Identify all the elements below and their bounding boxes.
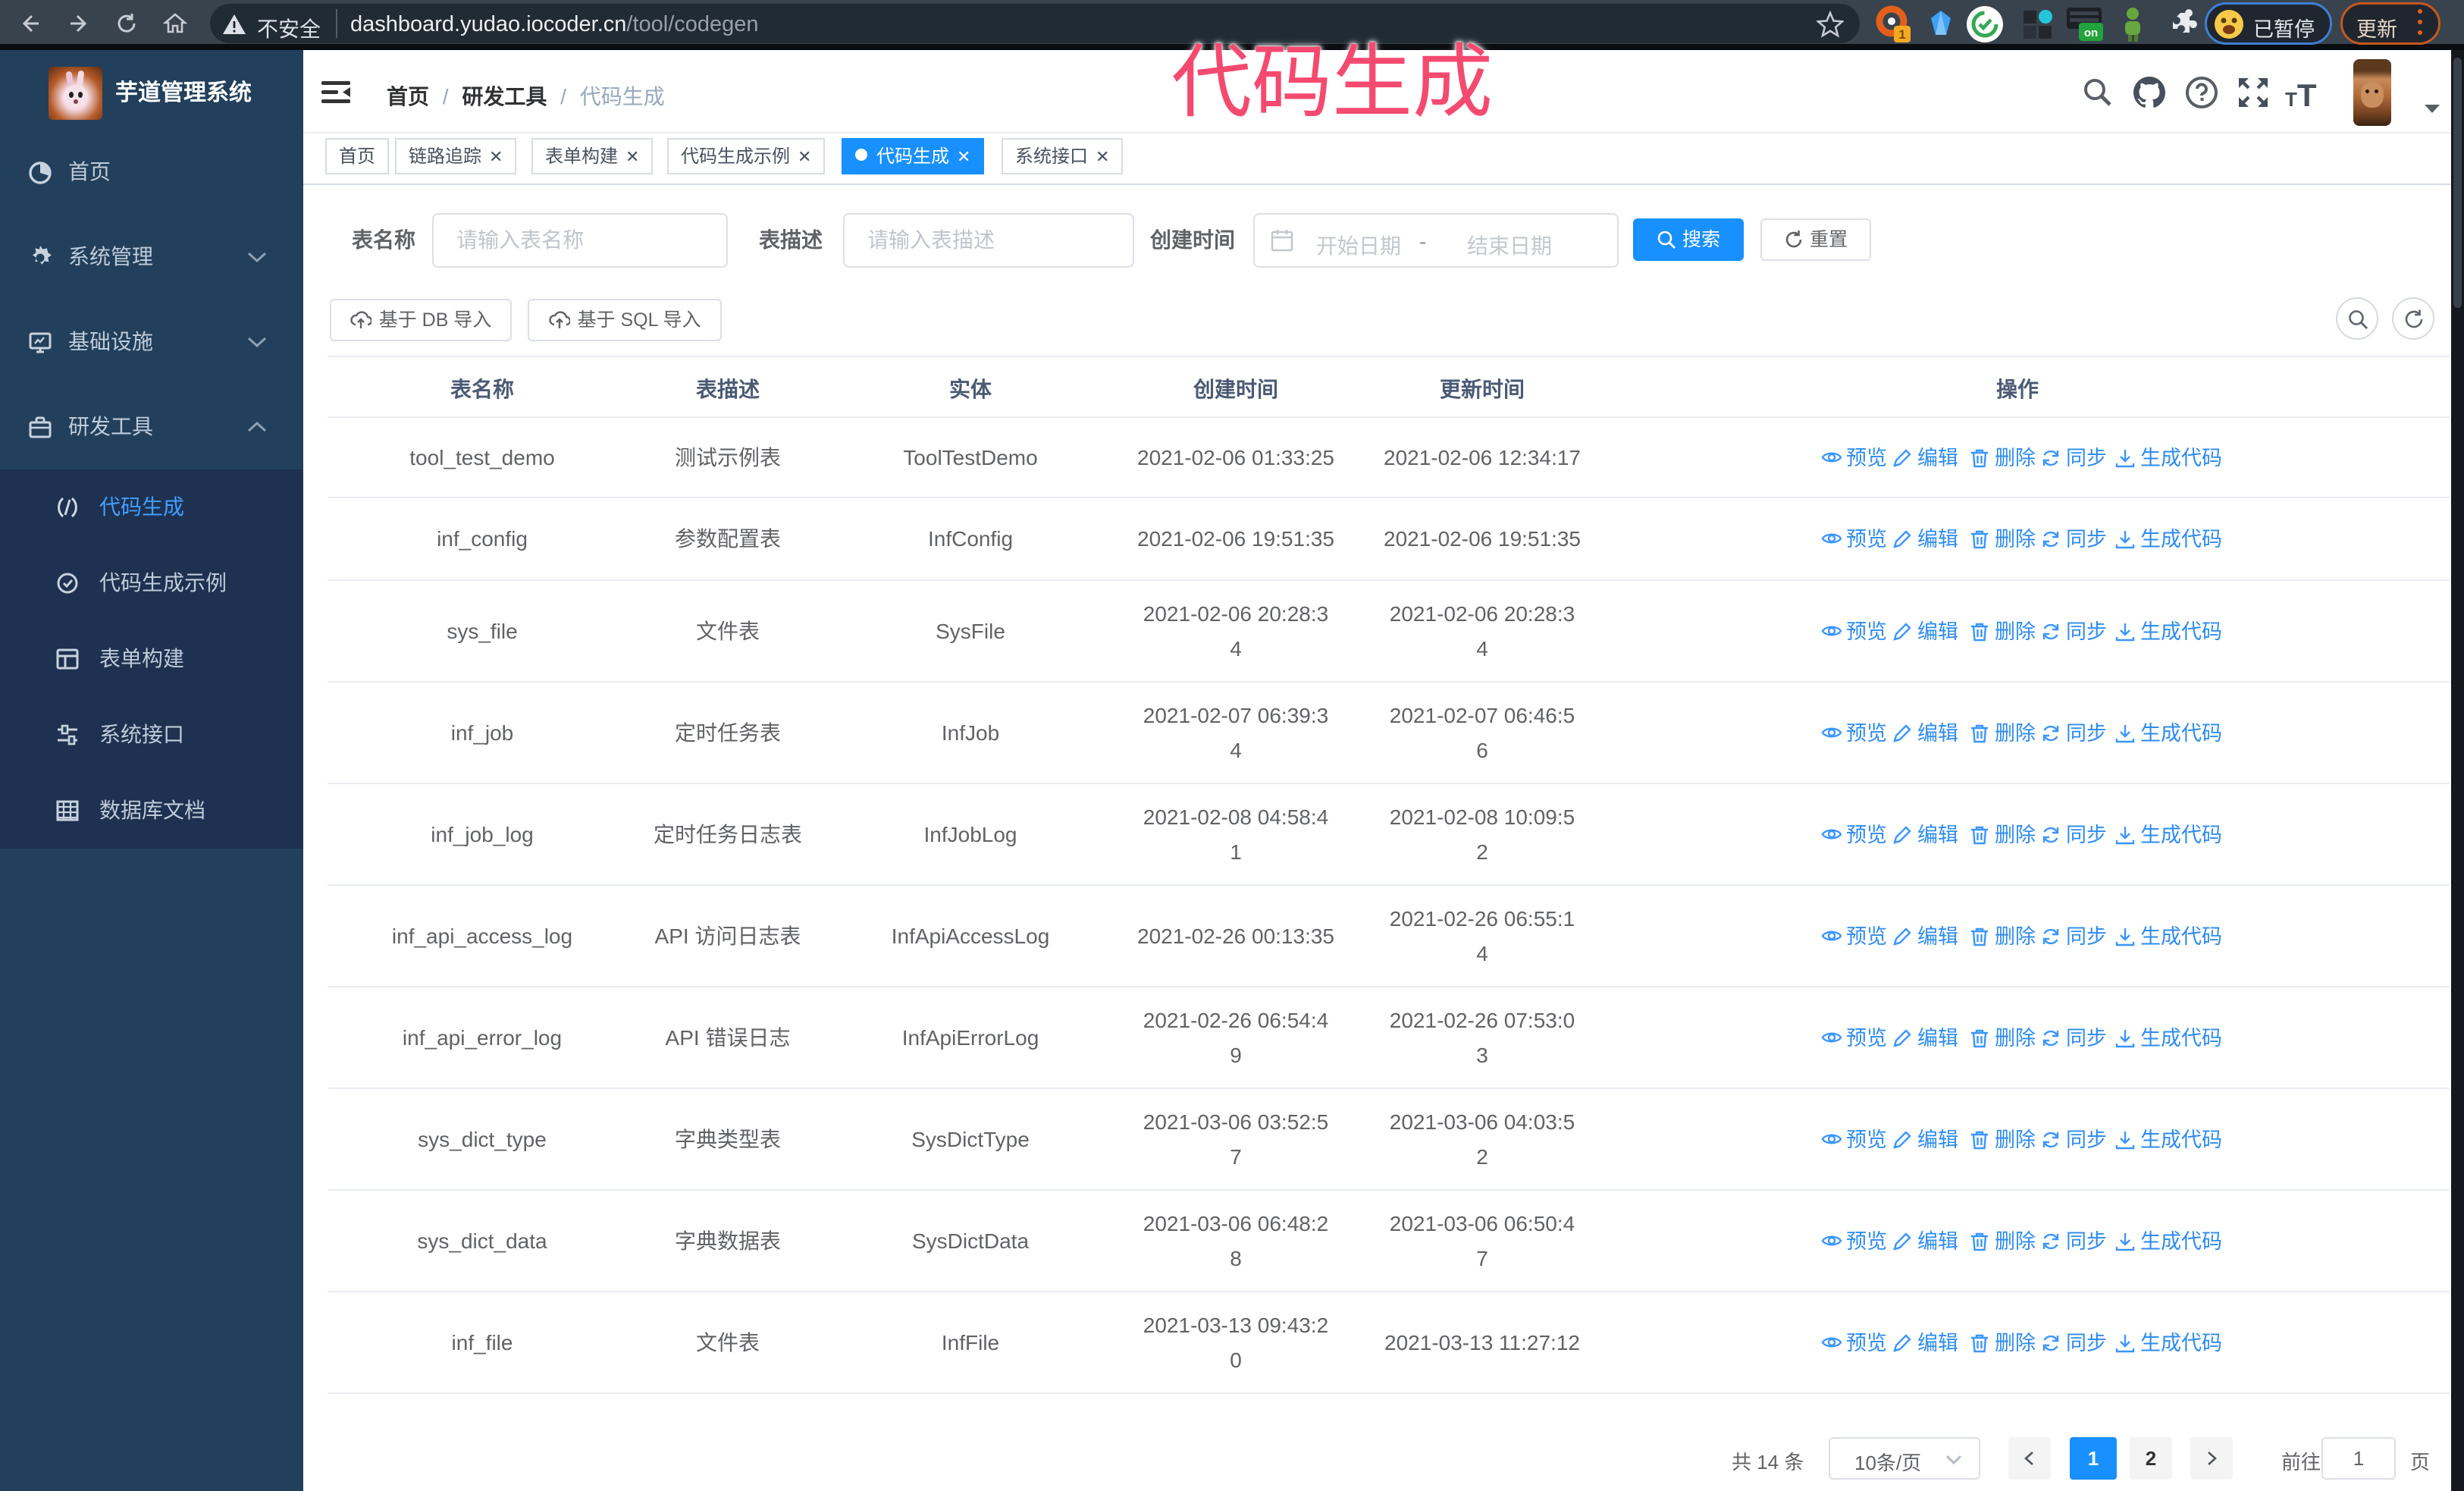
svg-text:1: 1 <box>1898 27 1905 42</box>
svg-text:on: on <box>2084 27 2098 39</box>
